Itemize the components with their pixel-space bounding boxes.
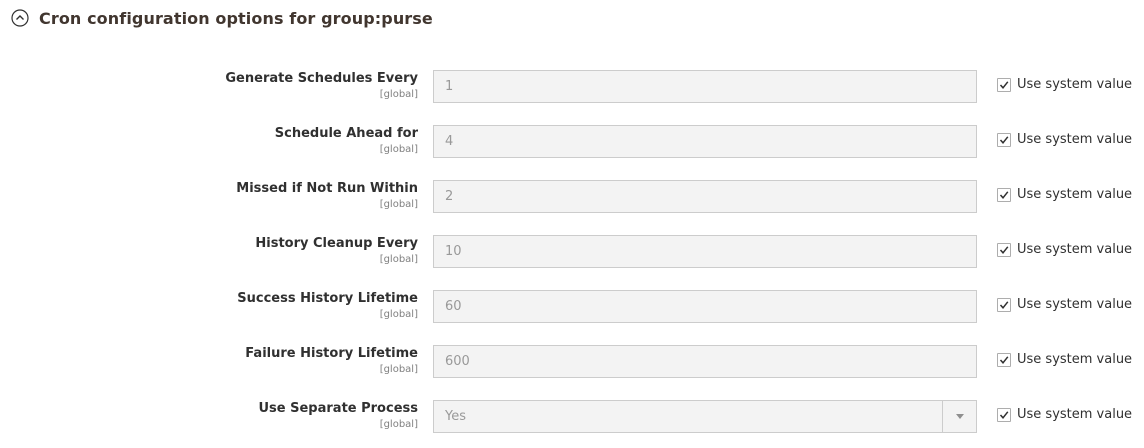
config-row: Success History Lifetime [global] Use sy… [0, 290, 1144, 324]
use-system-value-label: Use system value [1017, 77, 1133, 92]
field-label-block: Schedule Ahead for [global] [275, 125, 418, 156]
checkmark-icon [999, 190, 1009, 199]
use-system-value-checkbox[interactable]: Use system value [997, 352, 1132, 367]
use-separate-process-select[interactable]: Yes [433, 400, 977, 433]
checkbox[interactable] [997, 77, 1011, 92]
field-label: Generate Schedules Every [225, 71, 418, 86]
checkmark-icon [999, 410, 1009, 419]
field-label: Success History Lifetime [237, 291, 418, 306]
schedule-ahead-for-input[interactable] [433, 125, 977, 158]
checkmark-icon [999, 80, 1009, 89]
checkbox[interactable] [997, 407, 1011, 422]
field-label: Missed if Not Run Within [236, 181, 418, 196]
scope-label: [global] [379, 309, 418, 320]
scope-label: [global] [379, 419, 418, 430]
config-row: Generate Schedules Every [global] Use sy… [0, 70, 1144, 104]
use-system-value-checkbox[interactable]: Use system value [997, 77, 1132, 92]
use-system-value-label: Use system value [1017, 297, 1133, 312]
scope-label: [global] [379, 89, 418, 100]
chevron-down-icon[interactable] [956, 414, 964, 419]
use-system-value-checkbox[interactable]: Use system value [997, 187, 1132, 202]
section-title: Cron configuration options for group:pur… [39, 8, 433, 28]
use-system-value-checkbox[interactable]: Use system value [997, 132, 1132, 147]
checkbox[interactable] [997, 132, 1011, 147]
field-label-block: Failure History Lifetime [global] [245, 345, 418, 376]
use-system-value-checkbox[interactable]: Use system value [997, 407, 1132, 422]
config-row: Failure History Lifetime [global] Use sy… [0, 345, 1144, 379]
field-label: Failure History Lifetime [245, 346, 418, 361]
checkmark-icon [999, 135, 1009, 144]
field-label-block: Missed if Not Run Within [global] [236, 180, 418, 211]
use-system-value-label: Use system value [1017, 132, 1133, 147]
field-label-block: Generate Schedules Every [global] [225, 70, 418, 101]
checkbox[interactable] [997, 187, 1011, 202]
field-label: Schedule Ahead for [274, 126, 418, 141]
field-label: History Cleanup Every [255, 236, 418, 251]
checkmark-icon [999, 245, 1009, 254]
config-row: Schedule Ahead for [global] Use system v… [0, 125, 1144, 159]
field-label: Use Separate Process [258, 401, 418, 416]
checkmark-icon [999, 355, 1009, 364]
use-system-value-checkbox[interactable]: Use system value [997, 242, 1132, 257]
checkbox[interactable] [997, 352, 1011, 367]
history-cleanup-every-input[interactable] [433, 235, 977, 268]
config-row: Missed if Not Run Within [global] Use sy… [0, 180, 1144, 214]
checkbox[interactable] [997, 242, 1011, 257]
config-row: History Cleanup Every [global] Use syste… [0, 235, 1144, 269]
failure-history-lifetime-input[interactable] [433, 345, 977, 378]
use-system-value-label: Use system value [1017, 187, 1133, 202]
scope-label: [global] [379, 364, 418, 375]
use-system-value-checkbox[interactable]: Use system value [997, 297, 1132, 312]
section-toggle[interactable]: Cron configuration options for group:pur… [11, 7, 433, 29]
select-divider [942, 401, 943, 432]
use-system-value-label: Use system value [1017, 242, 1133, 257]
checkbox[interactable] [997, 297, 1011, 312]
select-value: Yes [445, 409, 466, 424]
use-system-value-label: Use system value [1017, 352, 1133, 367]
checkmark-icon [999, 300, 1009, 309]
config-row: Use Separate Process [global] Yes Use sy… [0, 400, 1144, 434]
field-label-block: History Cleanup Every [global] [255, 235, 418, 266]
scope-label: [global] [379, 144, 418, 155]
use-system-value-label: Use system value [1017, 407, 1133, 422]
scope-label: [global] [379, 254, 418, 265]
missed-if-not-run-within-input[interactable] [433, 180, 977, 213]
scope-label: [global] [379, 199, 418, 210]
generate-schedules-every-input[interactable] [433, 70, 977, 103]
chevron-up-circle-icon[interactable] [11, 9, 29, 27]
field-label-block: Use Separate Process [global] [258, 400, 418, 431]
success-history-lifetime-input[interactable] [433, 290, 977, 323]
field-label-block: Success History Lifetime [global] [237, 290, 418, 321]
